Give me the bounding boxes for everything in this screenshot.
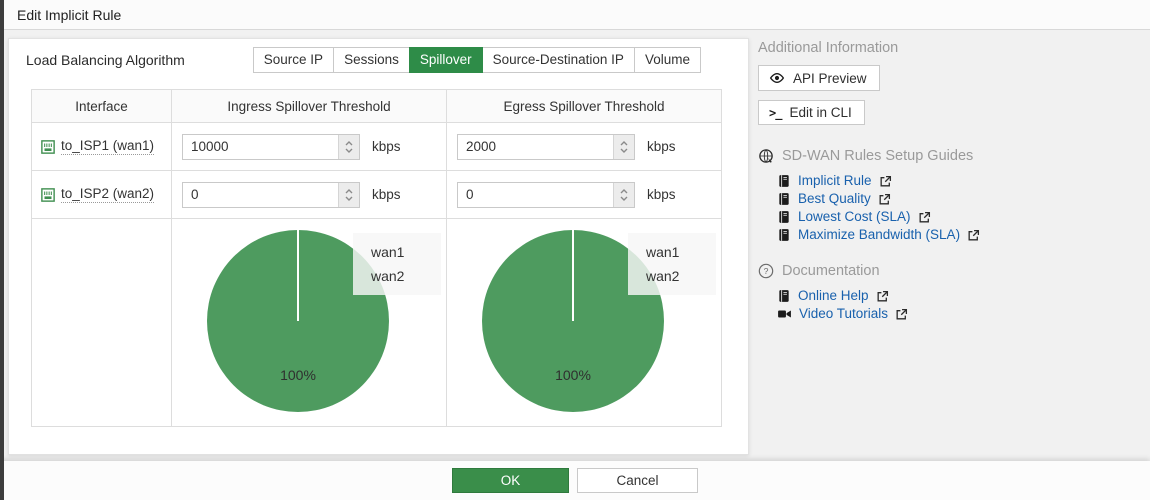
- external-link-icon: [918, 211, 931, 224]
- video-camera-icon: [777, 307, 792, 321]
- guide-link-best-quality: Best Quality: [777, 190, 1143, 208]
- tab-sessions[interactable]: Sessions: [333, 47, 410, 73]
- interface-cell: to_ISP1 (wan1): [32, 123, 171, 170]
- doc-link-online-help: Online Help: [777, 287, 1143, 305]
- svg-text:?: ?: [764, 266, 769, 276]
- ingress-pie-chart: 100% wan1 wan2: [172, 219, 445, 426]
- external-link-icon: [878, 193, 891, 206]
- additional-info-sidebar: Additional Information API Preview >_ Ed…: [758, 40, 1143, 323]
- ingress-threshold-input-wan2[interactable]: [183, 182, 338, 207]
- legend-item-wan2: wan2: [646, 268, 680, 284]
- algorithm-tab-group: Source IP Sessions Spillover Source-Dest…: [252, 47, 701, 73]
- action-bar: OK Cancel: [0, 461, 1150, 500]
- tab-source-destination-ip[interactable]: Source-Destination IP: [481, 47, 635, 73]
- unit-label: kbps: [372, 139, 401, 154]
- tab-source-ip[interactable]: Source IP: [252, 47, 335, 73]
- egress-threshold-input-wan1[interactable]: [458, 134, 613, 159]
- egress-threshold-stepper-wan2: [457, 181, 635, 208]
- ethernet-interface-icon: [41, 139, 55, 154]
- pie-percentage-label: 100%: [555, 367, 591, 383]
- external-link-icon: [879, 175, 892, 188]
- guide-link[interactable]: Best Quality: [798, 190, 871, 208]
- legend-item-wan1: wan1: [371, 244, 405, 260]
- external-link-icon: [895, 308, 908, 321]
- api-preview-label: API Preview: [793, 70, 867, 86]
- book-icon: [777, 174, 791, 188]
- column-header-interface: Interface: [31, 89, 172, 123]
- doc-link[interactable]: Video Tutorials: [799, 305, 888, 323]
- table-row: to_ISP2 (wan2) kbps: [31, 170, 722, 219]
- legend-item-wan2: wan2: [371, 268, 405, 284]
- table-header-row: Interface Ingress Spillover Threshold Eg…: [31, 89, 722, 123]
- api-preview-button[interactable]: API Preview: [758, 65, 880, 91]
- book-icon: [777, 210, 791, 224]
- eye-icon: [769, 70, 785, 86]
- terminal-icon: >_: [769, 105, 782, 120]
- docs-link-list: Online Help Video Tutorials: [777, 287, 1143, 323]
- edit-in-cli-button[interactable]: >_ Edit in CLI: [758, 100, 865, 125]
- globe-icon: [758, 148, 774, 164]
- ethernet-interface-icon: [41, 187, 55, 202]
- ingress-threshold-stepper-wan2: [182, 181, 360, 208]
- guide-link[interactable]: Lowest Cost (SLA): [798, 208, 911, 226]
- pie-slice-boundary: [572, 230, 574, 321]
- tab-volume[interactable]: Volume: [633, 47, 701, 73]
- egress-threshold-stepper-wan1: [457, 133, 635, 160]
- page-title: Edit Implicit Rule: [17, 6, 122, 23]
- ingress-threshold-stepper-wan1: [182, 133, 360, 160]
- column-header-egress: Egress Spillover Threshold: [446, 89, 722, 123]
- guide-link-lowest-cost: Lowest Cost (SLA): [777, 208, 1143, 226]
- external-link-icon: [876, 290, 889, 303]
- edit-in-cli-label: Edit in CLI: [789, 105, 852, 120]
- book-icon: [777, 228, 791, 242]
- doc-link[interactable]: Online Help: [798, 287, 869, 305]
- nav-edge-strip: [0, 0, 4, 500]
- book-icon: [777, 192, 791, 206]
- sidebar-heading: Additional Information: [758, 40, 899, 56]
- pie-chart-row: 100% wan1 wan2 100% wan1 wan2: [31, 218, 722, 427]
- guide-link[interactable]: Maximize Bandwidth (SLA): [798, 226, 960, 244]
- spillover-table: Interface Ingress Spillover Threshold Eg…: [31, 89, 722, 427]
- unit-label: kbps: [647, 187, 676, 202]
- egress-pie-chart: 100% wan1 wan2: [447, 219, 720, 426]
- interface-cell: to_ISP2 (wan2): [32, 171, 171, 218]
- edit-rule-panel: Load Balancing Algorithm Source IP Sessi…: [8, 38, 749, 455]
- book-icon: [777, 289, 791, 303]
- algorithm-label: Load Balancing Algorithm: [26, 52, 185, 68]
- pie-legend: wan1 wan2: [353, 233, 441, 295]
- question-circle-icon: ?: [758, 263, 774, 279]
- interface-name[interactable]: to_ISP2 (wan2): [61, 186, 155, 203]
- unit-label: kbps: [647, 139, 676, 154]
- pie-slice-boundary: [297, 230, 299, 321]
- guides-link-list: Implicit Rule Best Quality Lowest Cost (…: [777, 172, 1143, 244]
- table-row: to_ISP1 (wan1) kbps: [31, 122, 722, 171]
- documentation-heading-label: Documentation: [782, 263, 880, 279]
- stepper-arrows-icon[interactable]: [613, 134, 634, 159]
- external-link-icon: [967, 229, 980, 242]
- doc-link-video-tutorials: Video Tutorials: [777, 305, 1143, 323]
- ok-button[interactable]: OK: [452, 468, 569, 493]
- documentation-section-heading: ? Documentation: [758, 263, 1143, 279]
- algorithm-row: Load Balancing Algorithm Source IP Sessi…: [26, 45, 738, 75]
- egress-threshold-input-wan2[interactable]: [458, 182, 613, 207]
- pie-legend: wan1 wan2: [628, 233, 716, 295]
- guide-link[interactable]: Implicit Rule: [798, 172, 872, 190]
- ingress-threshold-input-wan1[interactable]: [183, 134, 338, 159]
- guides-section-heading: SD-WAN Rules Setup Guides: [758, 148, 1143, 164]
- pie-percentage-label: 100%: [280, 367, 316, 383]
- interface-name[interactable]: to_ISP1 (wan1): [61, 138, 155, 155]
- stepper-arrows-icon[interactable]: [613, 182, 634, 207]
- guides-heading-label: SD-WAN Rules Setup Guides: [782, 148, 974, 164]
- legend-item-wan1: wan1: [646, 244, 680, 260]
- tab-spillover[interactable]: Spillover: [408, 47, 483, 73]
- page-header: Edit Implicit Rule: [0, 0, 1150, 30]
- guide-link-implicit-rule: Implicit Rule: [777, 172, 1143, 190]
- cancel-button[interactable]: Cancel: [577, 468, 698, 493]
- column-header-ingress: Ingress Spillover Threshold: [171, 89, 447, 123]
- stepper-arrows-icon[interactable]: [338, 134, 359, 159]
- unit-label: kbps: [372, 187, 401, 202]
- guide-link-maximize-bandwidth: Maximize Bandwidth (SLA): [777, 226, 1143, 244]
- stepper-arrows-icon[interactable]: [338, 182, 359, 207]
